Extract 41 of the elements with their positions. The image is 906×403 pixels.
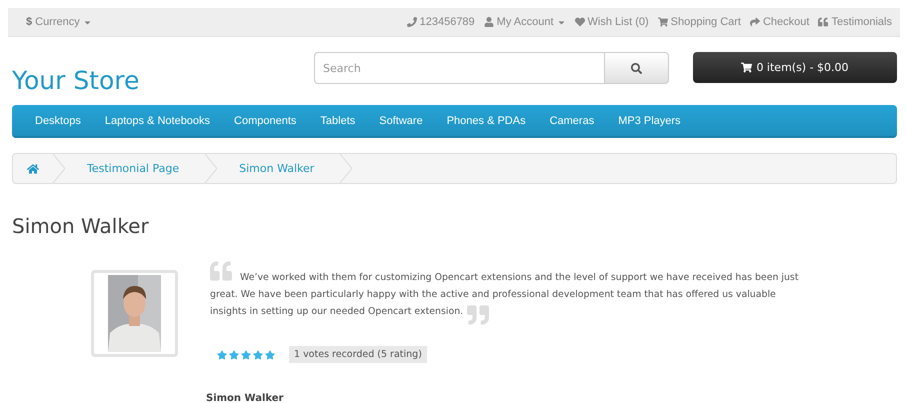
breadcrumb-link[interactable]: Simon Walker: [217, 154, 340, 183]
testimonial-text: We’ve worked with them for customizing Opencart extensions and the level of support we have received has been just great. We have been particularly happy with the active and professional development team that has offered us valuable insights in setting up our needed Opencart extension.: [210, 260, 802, 326]
search-field[interactable]: Search: [314, 52, 604, 84]
open-quote-icon: [210, 260, 232, 282]
menu-item[interactable]: Cameras: [538, 114, 606, 126]
top-link[interactable]: Wish List (0): [574, 16, 649, 28]
votes-label: 1 votes recorded (5 rating): [289, 346, 427, 363]
search-button[interactable]: [604, 52, 669, 84]
top-link[interactable]: Shopping Cart: [658, 16, 741, 28]
cart-icon: [741, 62, 752, 73]
page-title: Simon Walker: [12, 214, 150, 238]
heart-icon: [574, 17, 585, 27]
menu-item[interactable]: Components: [222, 114, 308, 126]
share-icon: [750, 17, 760, 27]
star-icon: [217, 350, 227, 360]
cart-button[interactable]: 0 item(s) - $0.00: [693, 52, 897, 83]
top-link[interactable]: Checkout: [750, 16, 810, 28]
menu-item[interactable]: Tablets: [308, 114, 368, 126]
star-icon: [241, 350, 251, 360]
menu-item[interactable]: Laptops & Notebooks: [92, 114, 222, 126]
user-icon: [484, 17, 494, 27]
home-icon: [27, 162, 39, 174]
author-name: Simon Walker: [206, 393, 284, 403]
top-link[interactable]: My Account: [484, 16, 566, 28]
breadcrumb-link[interactable]: Testimonial Page: [65, 154, 206, 183]
star-icon: [253, 350, 263, 360]
store-logo[interactable]: Your Store: [12, 66, 314, 95]
menu-item[interactable]: Phones & PDAs: [434, 114, 538, 126]
cart-icon: [658, 17, 668, 27]
menu-item[interactable]: Software: [367, 114, 435, 126]
menu-item[interactable]: MP3 Players: [606, 114, 693, 126]
top-link[interactable]: Testimonials: [818, 16, 892, 28]
currency-dropdown[interactable]: $ Currency: [26, 16, 92, 28]
star-icon: [229, 350, 239, 360]
star-icon: [265, 350, 275, 360]
phone-icon: [406, 17, 417, 27]
search-icon: [631, 62, 642, 74]
close-quote-icon: [467, 304, 490, 326]
quote-icon: [818, 17, 828, 27]
top-link[interactable]: 123456789: [406, 16, 475, 28]
menu-item[interactable]: Desktops: [23, 114, 93, 126]
